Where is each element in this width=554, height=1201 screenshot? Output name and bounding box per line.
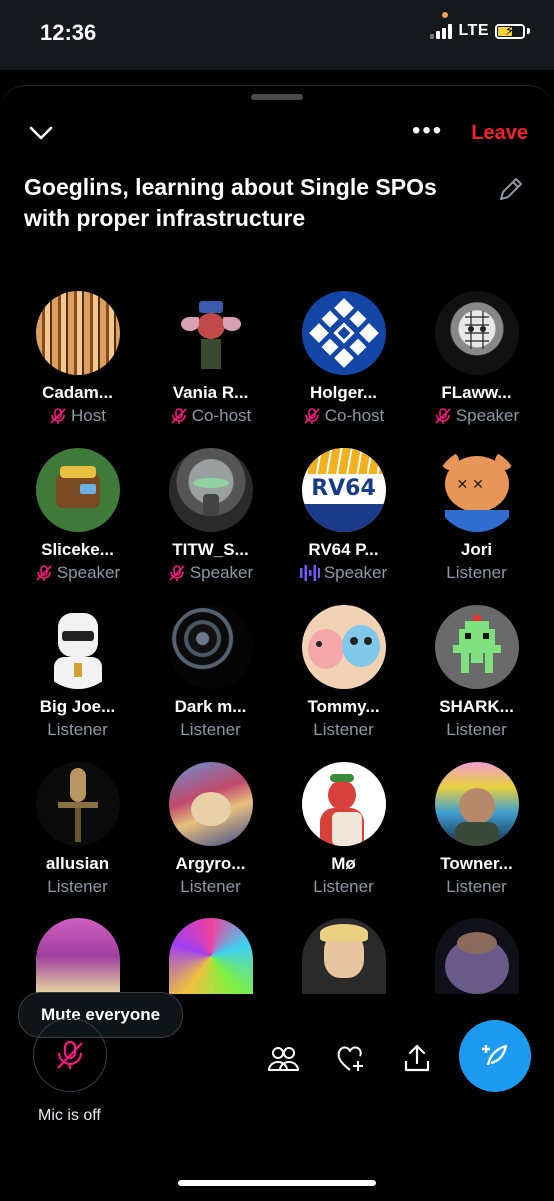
mic-off-icon: [435, 408, 451, 424]
participant-name: TITW_S...: [172, 540, 249, 559]
participant-tile[interactable]: Mø Listener: [277, 762, 410, 912]
privacy-indicator-dot: [442, 12, 448, 18]
participant-role: Listener: [180, 720, 241, 739]
network-type: LTE: [458, 22, 489, 39]
avatar: ✕ ✕: [434, 448, 519, 532]
leave-button[interactable]: Leave: [471, 122, 528, 145]
avatar: [301, 605, 386, 689]
mic-off-icon: [169, 565, 185, 581]
avatar: [168, 448, 253, 532]
participant-name: Mø: [331, 854, 356, 873]
participant-tile[interactable]: Big Joe... Listener: [11, 605, 144, 755]
share-icon[interactable]: [401, 1042, 433, 1074]
avatar-text: RV64: [311, 476, 376, 501]
participant-name: Big Joe...: [39, 697, 116, 716]
avatar: [35, 762, 120, 846]
avatar[interactable]: [36, 918, 120, 994]
participant-role: Speaker: [11, 563, 144, 583]
speaking-icon: [299, 565, 320, 581]
heart-plus-icon[interactable]: [334, 1042, 366, 1074]
participant-tile[interactable]: ✕ ✕ Jori Listener: [410, 448, 543, 598]
space-title: Goeglins, learning about Single SPOs wit…: [24, 174, 437, 231]
home-indicator[interactable]: [178, 1180, 376, 1186]
participant-tile[interactable]: FLaww... Speaker: [410, 291, 543, 441]
mic-off-icon: [50, 408, 66, 424]
avatar: [35, 448, 120, 532]
participant-role: Speaker: [410, 406, 543, 426]
participant-tile[interactable]: Dark m... Listener: [144, 605, 277, 755]
mic-off-icon: [57, 1040, 83, 1069]
mic-off-icon: [304, 408, 320, 424]
compose-icon: [482, 1044, 508, 1066]
people-icon[interactable]: [267, 1042, 299, 1074]
participant-name: allusian: [45, 854, 110, 873]
participant-name: Dark m...: [174, 697, 247, 716]
participant-role: Co-host: [144, 406, 277, 426]
participant-tile[interactable]: Towner... Listener: [410, 762, 543, 912]
participant-role: Listener: [180, 877, 241, 896]
participant-role: Listener: [47, 877, 108, 896]
participant-tile[interactable]: Cadam... Host: [11, 291, 144, 441]
chevron-down-icon[interactable]: [28, 120, 54, 146]
avatar[interactable]: [169, 918, 253, 994]
participant-name: RV64 P...: [308, 540, 379, 559]
avatar: [434, 605, 519, 689]
battery-icon: ⚡: [495, 23, 525, 39]
mic-off-icon: [171, 408, 187, 424]
participant-role: Host: [11, 406, 144, 426]
signal-icon: [430, 23, 453, 39]
edit-icon[interactable]: [496, 174, 526, 204]
participant-tile[interactable]: Tommy... Listener: [277, 605, 410, 755]
avatar: [301, 291, 386, 375]
avatar: [301, 762, 386, 846]
participant-name: SHARK...: [439, 697, 514, 716]
mic-status-label: Mic is off: [38, 1107, 101, 1124]
avatar: [35, 605, 120, 689]
participant-role: Speaker: [277, 563, 410, 583]
participant-tile[interactable]: TITW_S... Speaker: [144, 448, 277, 598]
participant-role: Listener: [446, 563, 507, 582]
participant-tile[interactable]: Holger... Co-host: [277, 291, 410, 441]
participant-name: Vania R...: [172, 383, 249, 402]
space-sheet: ••• Leave Goeglins, learning about Singl…: [0, 85, 554, 1201]
participant-tile[interactable]: Vania R... Co-host: [144, 291, 277, 441]
avatar: [168, 291, 253, 375]
participant-role: Listener: [313, 720, 374, 739]
more-icon[interactable]: •••: [412, 119, 443, 143]
avatar: RV64: [301, 448, 386, 532]
status-time: 12:36: [40, 20, 97, 45]
avatar: [434, 762, 519, 846]
participant-tile[interactable]: RV64 RV64 P... Speaker: [277, 448, 410, 598]
status-indicators: LTE ⚡: [430, 22, 530, 40]
participant-name: Sliceke...: [41, 540, 114, 559]
participant-role: Listener: [446, 877, 507, 896]
mic-toggle-button[interactable]: [33, 1018, 107, 1092]
participant-name: Cadam...: [42, 383, 113, 402]
participant-tile[interactable]: Sliceke... Speaker: [11, 448, 144, 598]
participant-tile[interactable]: allusian Listener: [11, 762, 144, 912]
avatar: [168, 762, 253, 846]
status-bar: 12:36 LTE ⚡: [0, 0, 554, 70]
sheet-grabber[interactable]: [251, 94, 303, 100]
avatar: [168, 605, 253, 689]
participant-tile[interactable]: SHARK... Listener: [410, 605, 543, 755]
participant-role: Speaker: [144, 563, 277, 583]
participant-name: Tommy...: [307, 697, 380, 716]
participant-role: Listener: [313, 877, 374, 896]
mic-off-icon: [36, 565, 52, 581]
participant-name: Towner...: [440, 854, 513, 873]
participant-role: Listener: [446, 720, 507, 739]
participant-name: FLaww...: [441, 383, 512, 402]
participant-name: Holger...: [309, 383, 378, 402]
participant-name: Jori: [460, 540, 493, 559]
compose-button[interactable]: [459, 1020, 531, 1092]
avatar[interactable]: [435, 918, 519, 994]
avatar[interactable]: [302, 918, 386, 994]
participant-role: Listener: [47, 720, 108, 739]
participant-name: Argyro...: [175, 854, 246, 873]
participant-role: Co-host: [277, 406, 410, 426]
avatar: [434, 291, 519, 375]
avatar: [35, 291, 120, 375]
participant-tile[interactable]: Argyro... Listener: [144, 762, 277, 912]
